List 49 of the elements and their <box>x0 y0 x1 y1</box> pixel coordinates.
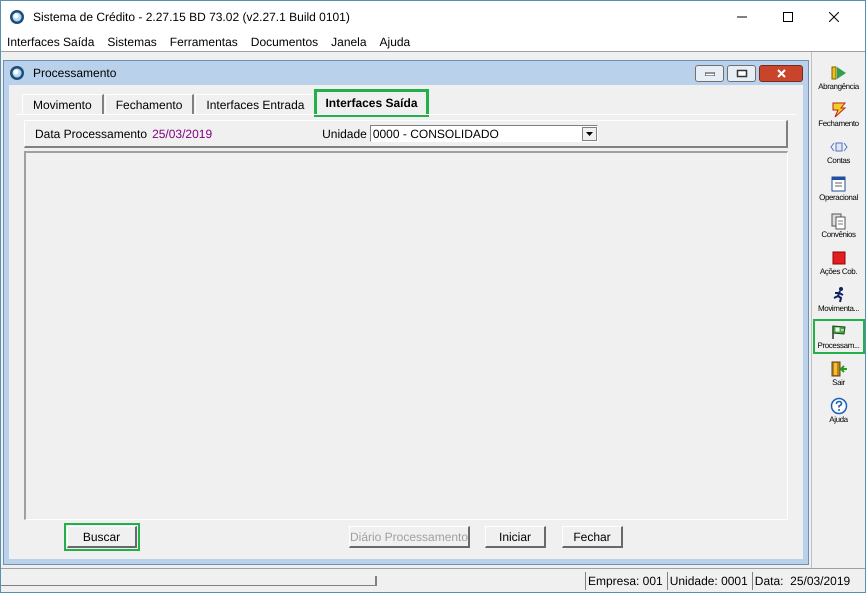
tab[interactable]: Interfaces Entrada <box>195 94 316 114</box>
child-window-title: Processamento <box>33 65 116 82</box>
menu-item[interactable]: Sistemas <box>107 32 157 50</box>
restore-icon <box>736 68 748 78</box>
toolbar-button[interactable]: Fechamento <box>812 97 864 132</box>
unit-dropdown[interactable]: 0000 - CONSOLIDADO <box>370 125 598 142</box>
toolbar-button[interactable]: Abrangência <box>812 60 864 95</box>
toolbar-button[interactable]: Convênios <box>812 208 864 243</box>
action-button[interactable]: Buscar <box>64 523 140 551</box>
tab[interactable]: Fechamento <box>104 94 194 114</box>
close-button[interactable] <box>759 64 803 82</box>
tab[interactable]: Movimento <box>22 94 104 114</box>
toolbar-button[interactable]: Movimenta... <box>812 282 864 317</box>
dropdown-arrow-icon <box>586 132 593 136</box>
help-icon <box>830 396 848 414</box>
toolbar-button[interactable]: Ajuda <box>812 393 864 428</box>
menu-item[interactable]: Interfaces Saída <box>7 32 94 50</box>
status-panel: Unidade: 0001 <box>666 572 750 590</box>
toolbar-button[interactable]: Processam... <box>812 319 864 354</box>
date-label: Data Processamento <box>35 126 148 142</box>
door-exit-icon <box>830 360 848 378</box>
form-icon <box>830 174 848 192</box>
menu-item[interactable]: Janela <box>331 32 367 50</box>
menu-item[interactable]: Ajuda <box>380 32 410 50</box>
status-panel: Empresa: 001 <box>585 572 665 590</box>
stop-icon <box>830 248 848 266</box>
window-title: Sistema de Crédito - 2.27.15 BD 73.02 (v2.27.1 Build 0101) <box>33 8 350 26</box>
close-icon <box>829 12 839 22</box>
app-logo-icon <box>9 8 25 24</box>
toolbar-button[interactable]: Ações Cob. <box>812 245 864 280</box>
documents-icon <box>830 212 848 230</box>
flag-icon <box>830 64 848 82</box>
toolbar-button[interactable]: Contas <box>812 134 864 169</box>
toolbar-button[interactable]: Sair <box>812 356 864 391</box>
maximize-icon <box>783 12 793 22</box>
status-panel: Data: 25/03/2019 <box>752 572 852 590</box>
restore-button[interactable] <box>727 64 756 82</box>
menu-item[interactable]: Ferramentas <box>170 32 238 50</box>
minimize-icon <box>704 70 714 76</box>
minimize-button[interactable] <box>695 64 724 82</box>
unit-label: Unidade <box>322 126 367 142</box>
window-icon <box>9 65 25 81</box>
menu-item[interactable]: Documentos <box>250 32 318 50</box>
action-button[interactable]: Iniciar <box>482 523 549 551</box>
lightning-icon <box>830 100 848 118</box>
date-value: 25/03/2019 <box>152 126 212 142</box>
close-icon <box>776 68 786 78</box>
toolbar-button[interactable]: Operacional <box>812 171 864 206</box>
action-button[interactable]: Fechar <box>559 523 626 551</box>
